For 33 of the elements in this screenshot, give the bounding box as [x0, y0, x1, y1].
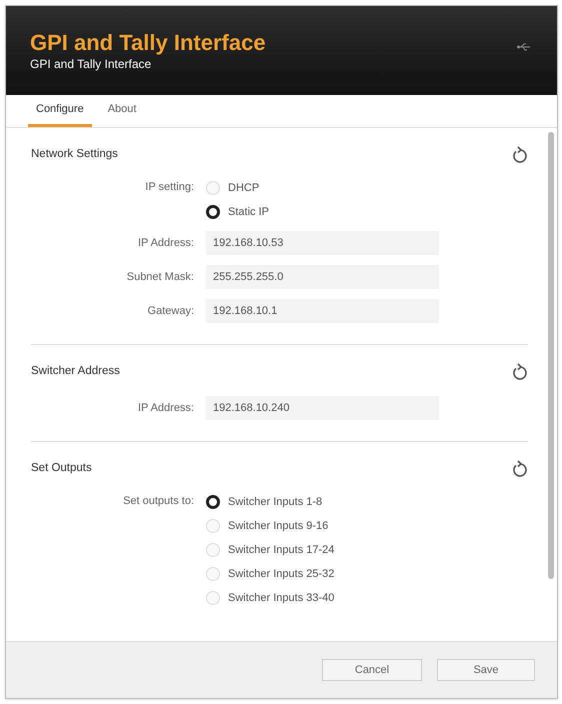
tab[interactable]: Configure — [28, 94, 92, 127]
usb-icon — [517, 42, 531, 52]
dialog-button[interactable]: Save — [437, 659, 535, 681]
reset-icon[interactable] — [512, 460, 528, 478]
window-title: GPI and Tally Interface — [30, 30, 266, 56]
reset-icon[interactable] — [512, 146, 528, 164]
section-title: Network Settings — [31, 147, 118, 162]
section-title: Set Outputs — [31, 461, 92, 476]
text-field[interactable]: 192.168.10.53 — [206, 231, 439, 255]
radio-button[interactable] — [206, 495, 220, 509]
window-subtitle: GPI and Tally Interface — [30, 56, 152, 72]
text-field[interactable]: 192.168.10.1 — [206, 299, 439, 323]
radio-label[interactable]: Switcher Inputs 33-40 — [228, 590, 334, 606]
scrollbar-thumb[interactable] — [548, 132, 554, 579]
field-label: Gateway: — [146, 304, 195, 319]
text-field[interactable]: 192.168.10.240 — [206, 396, 439, 420]
section-title: Switcher Address — [31, 364, 120, 380]
tab[interactable]: About — [100, 94, 144, 127]
field-label: IP Address: — [136, 236, 195, 251]
field-label: IP setting: — [144, 180, 195, 195]
radio-label[interactable]: Switcher Inputs 17-24 — [228, 542, 334, 558]
radio-label[interactable]: DHCP — [228, 180, 260, 196]
dialog-button[interactable]: Cancel — [322, 659, 422, 681]
reset-icon[interactable] — [512, 363, 528, 381]
radio-button[interactable] — [206, 205, 220, 219]
text-field[interactable]: 255.255.255.0 — [206, 265, 439, 289]
field-label: Subnet Mask: — [126, 270, 195, 285]
radio-label[interactable]: Static IP — [228, 204, 269, 220]
radio-label[interactable]: Switcher Inputs 9-16 — [228, 518, 328, 534]
field-label: Set outputs to: — [122, 494, 195, 509]
radio-label[interactable]: Switcher Inputs 1-8 — [228, 494, 322, 510]
field-label: IP Address: — [136, 401, 195, 416]
radio-label[interactable]: Switcher Inputs 25-32 — [228, 566, 334, 582]
